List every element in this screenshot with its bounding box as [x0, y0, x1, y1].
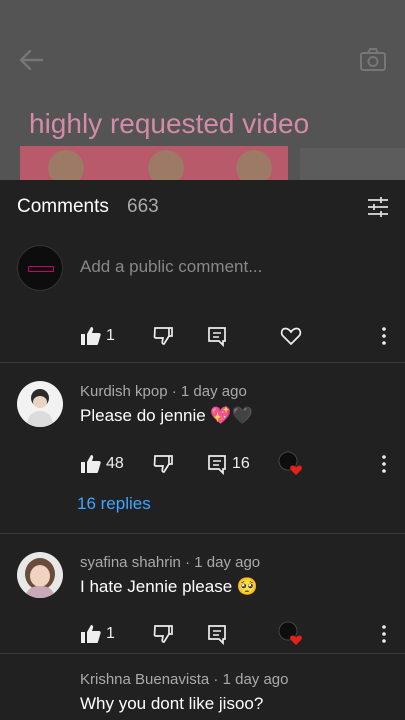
arrow-left-icon[interactable]	[18, 48, 44, 72]
comment-author[interactable]: Kurdish kpop	[80, 383, 168, 400]
reply-icon[interactable]	[206, 453, 228, 475]
avatar-image	[27, 389, 53, 427]
comment-text: I hate Jennie please 🥺	[80, 577, 259, 596]
more-vert-icon[interactable]	[373, 453, 395, 475]
comment-actions: 1	[0, 321, 405, 351]
comment-actions: 48 16	[0, 449, 405, 479]
avatar-logo	[28, 266, 54, 272]
reply-icon[interactable]	[206, 623, 228, 645]
person-image	[236, 150, 272, 180]
comment-time: 1 day ago	[180, 383, 247, 400]
comment-time: 1 day ago	[222, 671, 289, 688]
comment-actions: 1	[0, 619, 405, 649]
person-image	[148, 150, 184, 180]
comments-panel: Comments 663 Add a public comment... 1 K…	[0, 180, 405, 720]
video-player[interactable]: highly requested video	[0, 0, 405, 180]
user-avatar	[17, 245, 63, 291]
video-thumbnail-side	[300, 148, 405, 180]
reply-count: 16	[232, 455, 250, 472]
comment-item: syafina shahrin · 1 day ago I hate Jenni…	[0, 533, 405, 653]
thumbs-up-icon[interactable]	[80, 623, 102, 645]
reply-icon[interactable]	[206, 325, 228, 347]
video-overlay-title: highly requested video	[29, 108, 310, 139]
thumbs-down-icon[interactable]	[152, 453, 174, 475]
add-comment-input[interactable]: Add a public comment...	[80, 257, 262, 277]
comment-author[interactable]: syafina shahrin	[80, 554, 181, 571]
creator-heart-icon	[278, 451, 302, 475]
avatar-image	[25, 558, 55, 598]
more-vert-icon[interactable]	[373, 623, 395, 645]
comment-text: Why you dont like jisoo?	[80, 694, 264, 713]
camera-icon[interactable]	[359, 47, 387, 73]
add-comment-row[interactable]: Add a public comment...	[0, 242, 405, 294]
sort-filter-icon[interactable]	[366, 195, 390, 219]
comment-author[interactable]: Krishna Buenavista	[80, 671, 209, 688]
comment-time: 1 day ago	[194, 554, 261, 571]
comment-item: Krishna Buenavista · 1 day ago Why you d…	[0, 653, 405, 720]
heart-outline-icon[interactable]	[280, 325, 302, 347]
thumbs-down-icon[interactable]	[152, 325, 174, 347]
like-count: 1	[106, 327, 115, 344]
thumbs-up-icon[interactable]	[80, 453, 102, 475]
comment-item: Kurdish kpop · 1 day ago Please do jenni…	[0, 362, 405, 539]
comments-count: 663	[127, 196, 159, 217]
comment-meta: Krishna Buenavista · 1 day ago	[80, 671, 289, 688]
like-count: 48	[106, 455, 124, 472]
thumbs-down-icon[interactable]	[152, 623, 174, 645]
like-count: 1	[106, 625, 115, 642]
person-image	[48, 150, 84, 180]
comments-header: Comments 663	[0, 180, 405, 234]
thumbs-up-icon[interactable]	[80, 325, 102, 347]
comment-meta: Kurdish kpop · 1 day ago	[80, 383, 247, 400]
view-replies-link[interactable]: 16 replies	[77, 494, 151, 514]
commenter-avatar[interactable]	[17, 381, 63, 427]
commenter-avatar[interactable]	[17, 552, 63, 598]
video-thumbnail	[20, 146, 288, 180]
creator-heart-icon	[278, 621, 302, 645]
comments-title: Comments	[17, 196, 109, 217]
comment-meta: syafina shahrin · 1 day ago	[80, 554, 261, 571]
more-vert-icon[interactable]	[373, 325, 395, 347]
comment-text: Please do jennie 💖🖤	[80, 406, 253, 425]
